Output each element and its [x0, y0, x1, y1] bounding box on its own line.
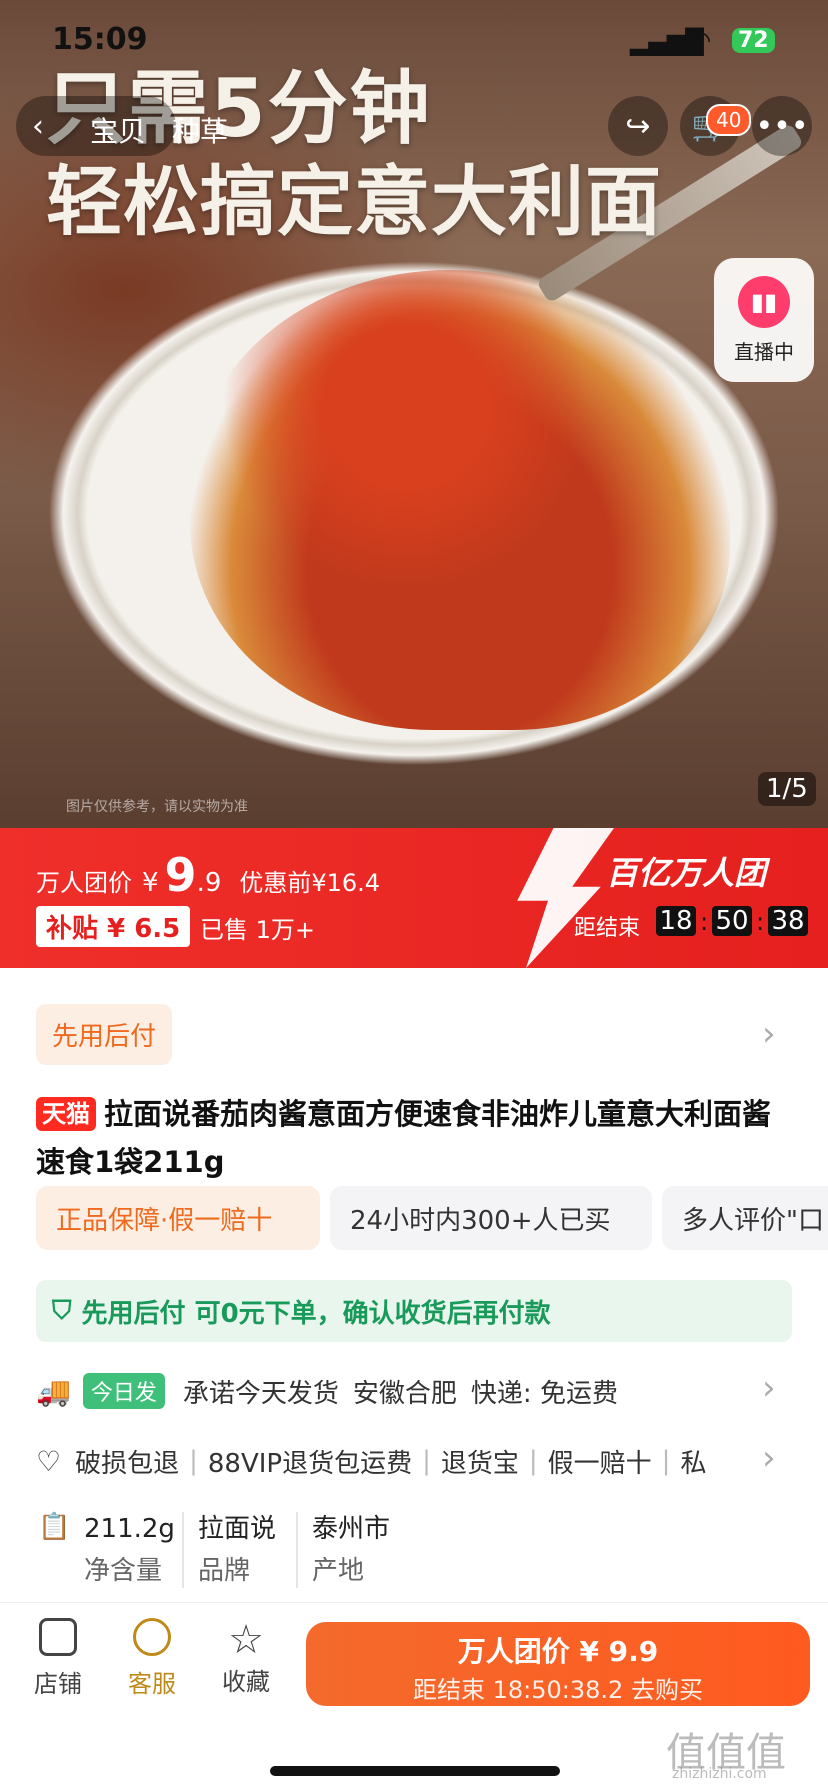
countdown-hours: 18	[656, 906, 696, 936]
promo-price-dec: .9	[196, 868, 222, 898]
subsidy-badge: 补贴 ¥ 6.5	[36, 906, 191, 947]
cart-count-badge: 40	[706, 104, 752, 136]
live-label: 直播中	[734, 340, 794, 364]
service-row[interactable]: ♡ 破损包退 | 88VIP退货包运费 | 退货宝 | 假一赔十 | 私	[36, 1436, 756, 1486]
service-item: 退货宝	[440, 1448, 519, 1479]
ship-promise: 承诺今天发货	[182, 1378, 339, 1409]
service-item: 假一赔十	[547, 1448, 652, 1479]
chip-authentic[interactable]: 正品保障·假一赔十	[36, 1186, 320, 1250]
spec-key: 净含量	[84, 1556, 163, 1586]
spec-brand[interactable]: 拉面说 品牌	[198, 1508, 276, 1592]
home-indicator	[270, 1766, 560, 1776]
status-time: 15:09	[52, 22, 148, 57]
tab-item[interactable]: 宝贝	[90, 110, 146, 150]
product-title: 天猫 拉面说番茄肉酱意面方便速食非油炸儿童意大利面酱速食1袋211g	[36, 1090, 796, 1186]
promo-yen: ¥	[142, 868, 159, 898]
hero-headline-2: 轻松搞定意大利面	[46, 157, 662, 246]
original-price: 优惠前¥16.4	[239, 869, 381, 897]
today-ship-badge: 今日发	[82, 1373, 165, 1409]
shipping-row[interactable]: 🚚 今日发 承诺今天发货 安徽合肥 快递: 免运费	[36, 1366, 796, 1416]
divider	[182, 1512, 184, 1588]
live-bars-icon: ▮▮	[738, 276, 790, 328]
buy-now-button[interactable]: 万人团价 ¥ 9.9 距结束 18:50:38.2 去购买	[306, 1622, 810, 1706]
favorite-button[interactable]: ☆ 收藏	[206, 1618, 286, 1697]
spec-value: 拉面说	[198, 1514, 277, 1544]
tmall-badge: 天猫	[36, 1097, 96, 1131]
spec-value: 泰州市	[312, 1514, 391, 1544]
spec-key: 产地	[312, 1556, 365, 1586]
truck-icon: 🚚	[36, 1374, 71, 1408]
chevron-left-icon: ‹	[32, 108, 44, 144]
service-item: 破损包退	[75, 1448, 180, 1479]
image-pager: 1/5	[758, 772, 816, 806]
ship-fee: 快递: 免运费	[470, 1378, 618, 1409]
pay-later-notice-text: 先用后付 可0元下单，确认收货后再付款	[81, 1298, 551, 1329]
chat-icon	[133, 1618, 171, 1656]
more-dots-icon: •••	[755, 108, 809, 144]
product-title-text: 拉面说番茄肉酱意面方便速食非油炸儿童意大利面酱速食1袋211g	[36, 1097, 772, 1179]
buy-title: 万人团价 ¥ 9.9	[457, 1635, 659, 1668]
shield-check-icon: ⛉	[52, 1295, 72, 1326]
chip-reviews[interactable]: 多人评价"口	[662, 1186, 828, 1250]
image-disclaimer: 图片仅供参考，请以实物为准	[66, 799, 248, 815]
spec-net-weight[interactable]: 211.2g 净含量	[84, 1508, 175, 1592]
chip-bought-24h[interactable]: 24小时内300+人已买	[330, 1186, 652, 1250]
clipboard-icon: 📋	[38, 1512, 71, 1542]
spec-origin[interactable]: 泰州市 产地	[312, 1508, 390, 1592]
divider: |	[422, 1446, 431, 1476]
star-icon: ☆	[228, 1617, 264, 1663]
countdown-label: 距结束	[574, 916, 641, 941]
pay-later-tag[interactable]: 先用后付	[36, 1004, 173, 1065]
countdown-colon: :	[756, 908, 765, 936]
chevron-right-icon[interactable]: ›	[762, 1438, 776, 1478]
chevron-right-icon[interactable]: ›	[762, 1368, 776, 1408]
divider	[296, 1512, 298, 1588]
pay-later-notice[interactable]: ⛉ 先用后付 可0元下单，确认收货后再付款	[36, 1280, 792, 1342]
divider: |	[661, 1446, 671, 1476]
service-item: 私	[680, 1448, 707, 1479]
buy-subtitle: 距结束 18:50:38.2 去购买	[413, 1676, 703, 1704]
promo-price-label: 万人团价	[36, 869, 132, 897]
share-button[interactable]: ↪	[608, 96, 668, 156]
share-icon: ↪	[625, 108, 651, 144]
service-label: 客服	[128, 1670, 176, 1698]
countdown-minutes: 50	[712, 906, 752, 936]
tab-seed[interactable]: 种草	[172, 110, 228, 150]
top-tabs: 宝贝 种草	[90, 110, 228, 150]
store-button[interactable]: 店铺	[18, 1618, 98, 1699]
service-item: 88VIP退货包运费	[207, 1448, 413, 1479]
countdown-colon: :	[700, 908, 709, 936]
countdown-seconds: 38	[768, 906, 808, 936]
wifi-icon: ◠	[690, 26, 710, 56]
promo-price-int: 9	[164, 848, 197, 902]
heart-shield-icon: ♡	[36, 1444, 62, 1478]
store-icon	[39, 1618, 77, 1656]
divider: |	[189, 1446, 198, 1476]
chevron-right-icon[interactable]: ›	[762, 1014, 776, 1054]
spec-value: 211.2g	[84, 1514, 175, 1544]
spec-key: 品牌	[198, 1556, 251, 1586]
more-button[interactable]: •••	[752, 96, 812, 156]
ship-origin: 安徽合肥	[352, 1378, 457, 1409]
watermark-url: zhizhizhi.com	[672, 1766, 767, 1782]
campaign-brand: 百亿万人团	[606, 854, 767, 892]
divider: |	[528, 1446, 538, 1476]
store-label: 店铺	[34, 1670, 82, 1698]
sold-count: 已售 1万+	[200, 916, 316, 944]
customer-service-button[interactable]: 客服	[112, 1618, 192, 1699]
pasta-dish-illustration	[190, 270, 730, 730]
battery-icon: 72	[732, 28, 775, 53]
live-stream-button[interactable]: ▮▮ 直播中	[714, 258, 814, 382]
favorite-label: 收藏	[222, 1668, 270, 1696]
